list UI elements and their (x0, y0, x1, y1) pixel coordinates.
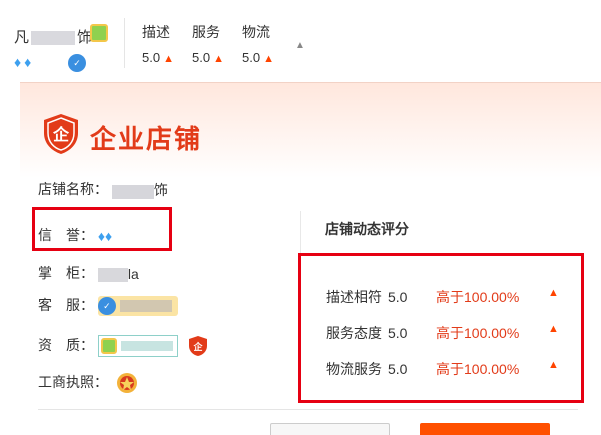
score-label: 物流 (242, 24, 270, 40)
field-label: 客 服： (38, 297, 94, 313)
primary-button[interactable] (420, 423, 550, 435)
field-label: 店铺名称： (38, 181, 108, 197)
reputation-highlight-box (32, 207, 172, 251)
shop-name-start: 凡 (14, 29, 30, 46)
business-license-row: 工商执照： (38, 371, 138, 395)
shopkeeper-row: 掌 柜： la (38, 263, 139, 283)
certified-badge-icon (100, 338, 117, 355)
redacted-text (119, 300, 172, 313)
qualification-row: 资 质： 企 (38, 335, 208, 358)
svg-text:企: 企 (52, 125, 70, 144)
shop-header-strip: 凡饰 ♦♦ ✓ 描述 5.0 ▲ 服务 5.0 ▲ 物流 5.0 ▲ ▲ (0, 0, 601, 80)
field-label: 掌 柜： (38, 265, 94, 281)
score-value: 5.0 (242, 50, 261, 65)
diamond-rating-icon: ♦♦ (14, 54, 35, 70)
score-value: 5.0 (142, 50, 161, 65)
shop-name-value[interactable]: 饰 (111, 180, 168, 200)
wangwang-icon[interactable]: ✓ (68, 54, 86, 72)
certified-badge-icon (90, 24, 108, 42)
redacted-text (97, 268, 128, 283)
secondary-button[interactable] (270, 423, 390, 435)
score-logistics: 物流 5.0 ▲ (242, 22, 302, 65)
dsr-highlight-box (298, 253, 584, 403)
arrow-up-icon: ▲ (213, 53, 224, 65)
qualification-chip[interactable] (97, 335, 178, 358)
arrow-up-icon: ▲ (163, 53, 174, 65)
field-label: 资 质： (38, 337, 94, 353)
svg-text:企: 企 (192, 341, 203, 353)
caret-up-icon[interactable]: ▲ (295, 40, 305, 51)
dsr-title: 店铺动态评分 (325, 221, 409, 237)
shop-name-redacted (31, 31, 76, 46)
shop-info-popup: 企 企业店铺 店铺名称： 饰 信 誉： ♦♦ 掌 柜： la 客 服： ✓ 资 … (20, 82, 601, 435)
shop-name[interactable]: 凡饰 (14, 26, 92, 47)
header-divider (124, 18, 125, 68)
arrow-up-icon: ▲ (263, 53, 274, 65)
shopkeeper-value[interactable]: la (97, 266, 139, 283)
shop-name-row: 店铺名称： 饰 (38, 179, 168, 200)
score-value: 5.0 (192, 50, 211, 65)
customer-service-row: 客 服： ✓ (38, 295, 178, 317)
shop-summary[interactable]: 凡饰 ♦♦ ✓ (14, 22, 124, 72)
footer-divider (38, 409, 578, 410)
redacted-text (120, 341, 173, 352)
enterprise-shield-icon[interactable]: 企 (188, 335, 208, 357)
card-title: 企业店铺 (90, 124, 203, 154)
field-label: 工商执照： (38, 373, 108, 390)
customer-service-chip[interactable]: ✓ (97, 296, 178, 317)
redacted-text (111, 184, 154, 199)
enterprise-shield-icon: 企 (44, 114, 78, 154)
business-license-icon[interactable] (116, 371, 138, 395)
wangwang-icon: ✓ (97, 297, 116, 316)
